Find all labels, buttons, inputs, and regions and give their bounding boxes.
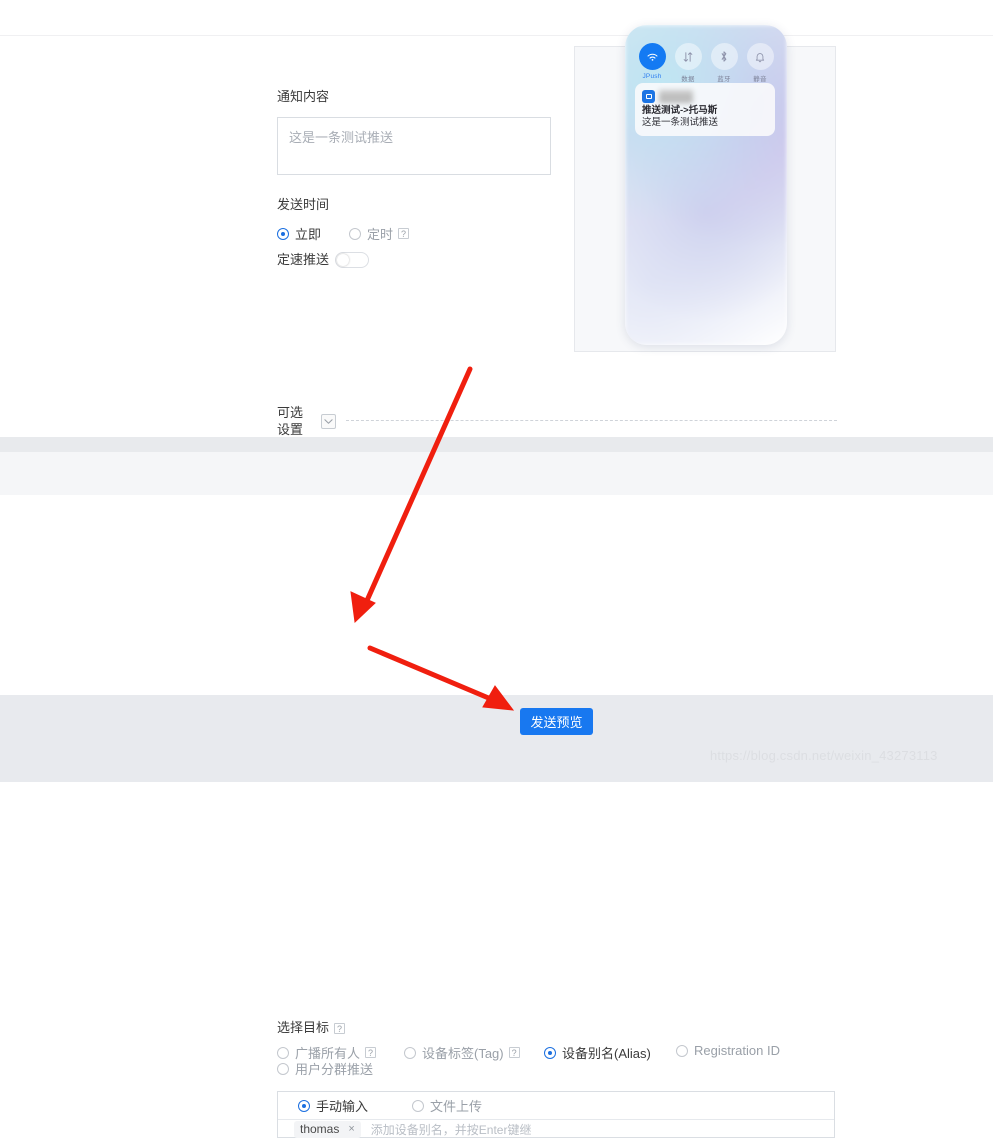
select-target-label: 选择目标?: [277, 1017, 346, 1036]
app-name-redacted: [659, 89, 693, 103]
radio-send-now-label: 立即: [295, 227, 322, 242]
radio-segment[interactable]: [277, 1062, 289, 1075]
radio-manual-input[interactable]: [298, 1099, 310, 1112]
notification-body: 这是一条测试推送: [642, 117, 719, 128]
toggle-jpush: JPush: [637, 43, 667, 83]
alias-input-placeholder: 添加设备别名，并按Enter键继: [370, 1122, 532, 1137]
control-center-toggles: JPush 数据 蓝牙 静音: [637, 43, 775, 83]
alias-chip[interactable]: thomas ×: [294, 1120, 361, 1138]
radio-tag[interactable]: [404, 1046, 416, 1059]
jpush-app-icon: [642, 89, 655, 103]
toggle-jpush-label: JPush: [642, 73, 662, 80]
toggle-data-label: 数据: [681, 76, 695, 83]
upper-form-section: 通知内容 这是一条测试推送 发送时间 立即 定时 ? 定速推送 JPush 数据…: [0, 25, 993, 438]
dashed-divider: [346, 420, 837, 422]
radio-send-scheduled[interactable]: [349, 227, 362, 240]
notification-preview-card: 推送测试->托马斯 这是一条测试推送: [635, 83, 775, 136]
toggle-data: 数据: [673, 43, 703, 83]
rate-push-toggle[interactable]: [335, 252, 370, 268]
radio-option-tag[interactable]: 设备标签(Tag) ?: [404, 1043, 520, 1062]
mute-bell-icon: [746, 43, 774, 70]
radio-file-upload-label: 文件上传: [430, 1099, 483, 1114]
notification-content-label: 通知内容: [277, 89, 330, 104]
target-selection-section: 选择目标? 广播所有人 ? 用户分群推送 设备标签(Tag) ? 设备别名(Al…: [0, 495, 993, 1138]
chevron-down-icon[interactable]: [321, 413, 336, 429]
bluetooth-icon: [710, 43, 738, 70]
help-icon-tag[interactable]: ?: [508, 1047, 520, 1058]
select-target-text: 选择目标: [277, 1020, 330, 1035]
input-mode-radio-group: 手动输入 文件上传: [278, 1092, 834, 1120]
section-band-light: [0, 452, 993, 495]
data-transfer-icon: [674, 43, 702, 70]
rate-push-label: 定速推送: [277, 252, 330, 267]
help-icon-broadcast[interactable]: ?: [365, 1047, 377, 1058]
help-icon-target[interactable]: ?: [334, 1023, 346, 1035]
radio-send-now[interactable]: [277, 227, 289, 240]
toggle-mute: 静音: [745, 43, 775, 83]
optional-settings-row: 可选设置: [277, 404, 837, 438]
radio-segment-label: 用户分群推送: [295, 1062, 374, 1077]
alias-tags-input[interactable]: thomas × 添加设备别名，并按Enter键继: [278, 1120, 834, 1138]
alias-chip-text: thomas: [300, 1122, 340, 1136]
notification-content-textarea[interactable]: 这是一条测试推送: [277, 117, 551, 175]
send-preview-button[interactable]: 发送预览: [520, 708, 593, 735]
wifi-icon: [638, 43, 666, 70]
phone-preview-panel: JPush 数据 蓝牙 静音 推送测试->托马斯 这是一条测试推送: [574, 25, 836, 352]
optional-settings-label: 可选设置: [277, 405, 304, 437]
help-icon-scheduled[interactable]: ?: [398, 228, 410, 239]
notification-content-placeholder: 这是一条测试推送: [289, 130, 394, 145]
rate-push-row: 定速推送: [277, 251, 370, 269]
alias-input-container: 手动输入 文件上传 thomas × 添加设备别名，并按Enter键继: [277, 1091, 835, 1138]
phone-mockup: JPush 数据 蓝牙 静音 推送测试->托马斯 这是一条测试推送: [625, 25, 787, 345]
toggle-bluetooth: 蓝牙: [709, 43, 739, 83]
radio-tag-label: 设备标签(Tag): [422, 1046, 504, 1061]
radio-send-scheduled-label: 定时: [367, 227, 394, 242]
radio-option-alias[interactable]: 设备别名(Alias): [544, 1043, 651, 1062]
section-band-gray: [0, 437, 993, 452]
radio-option-file-upload[interactable]: 文件上传: [412, 1096, 482, 1115]
radio-option-registration-id[interactable]: Registration ID: [676, 1043, 780, 1058]
radio-manual-input-label: 手动输入: [316, 1099, 369, 1114]
toggle-bluetooth-label: 蓝牙: [717, 76, 731, 83]
push-notification-page: 通知内容 这是一条测试推送 发送时间 立即 定时 ? 定速推送 JPush 数据…: [0, 0, 993, 1138]
radio-option-manual-input[interactable]: 手动输入: [298, 1096, 368, 1115]
radio-file-upload[interactable]: [412, 1099, 425, 1112]
radio-alias-label: 设备别名(Alias): [562, 1046, 651, 1061]
send-time-label: 发送时间: [277, 197, 330, 212]
toggle-knob: [337, 254, 350, 266]
radio-option-segment[interactable]: 用户分群推送: [277, 1059, 373, 1078]
toggle-mute-label: 静音: [753, 76, 767, 83]
radio-broadcast[interactable]: [277, 1046, 289, 1059]
notification-title: 推送测试->托马斯: [642, 105, 718, 116]
radio-registration-id[interactable]: [676, 1044, 688, 1057]
radio-registration-id-label: Registration ID: [694, 1043, 780, 1058]
watermark-text: https://blog.csdn.net/weixin_43273113: [710, 748, 938, 763]
radio-alias[interactable]: [544, 1046, 556, 1059]
send-time-radio-group: 立即 定时 ?: [277, 224, 410, 243]
notification-header: [642, 89, 768, 103]
footer-bar: [0, 695, 993, 782]
close-icon[interactable]: ×: [348, 1123, 354, 1135]
